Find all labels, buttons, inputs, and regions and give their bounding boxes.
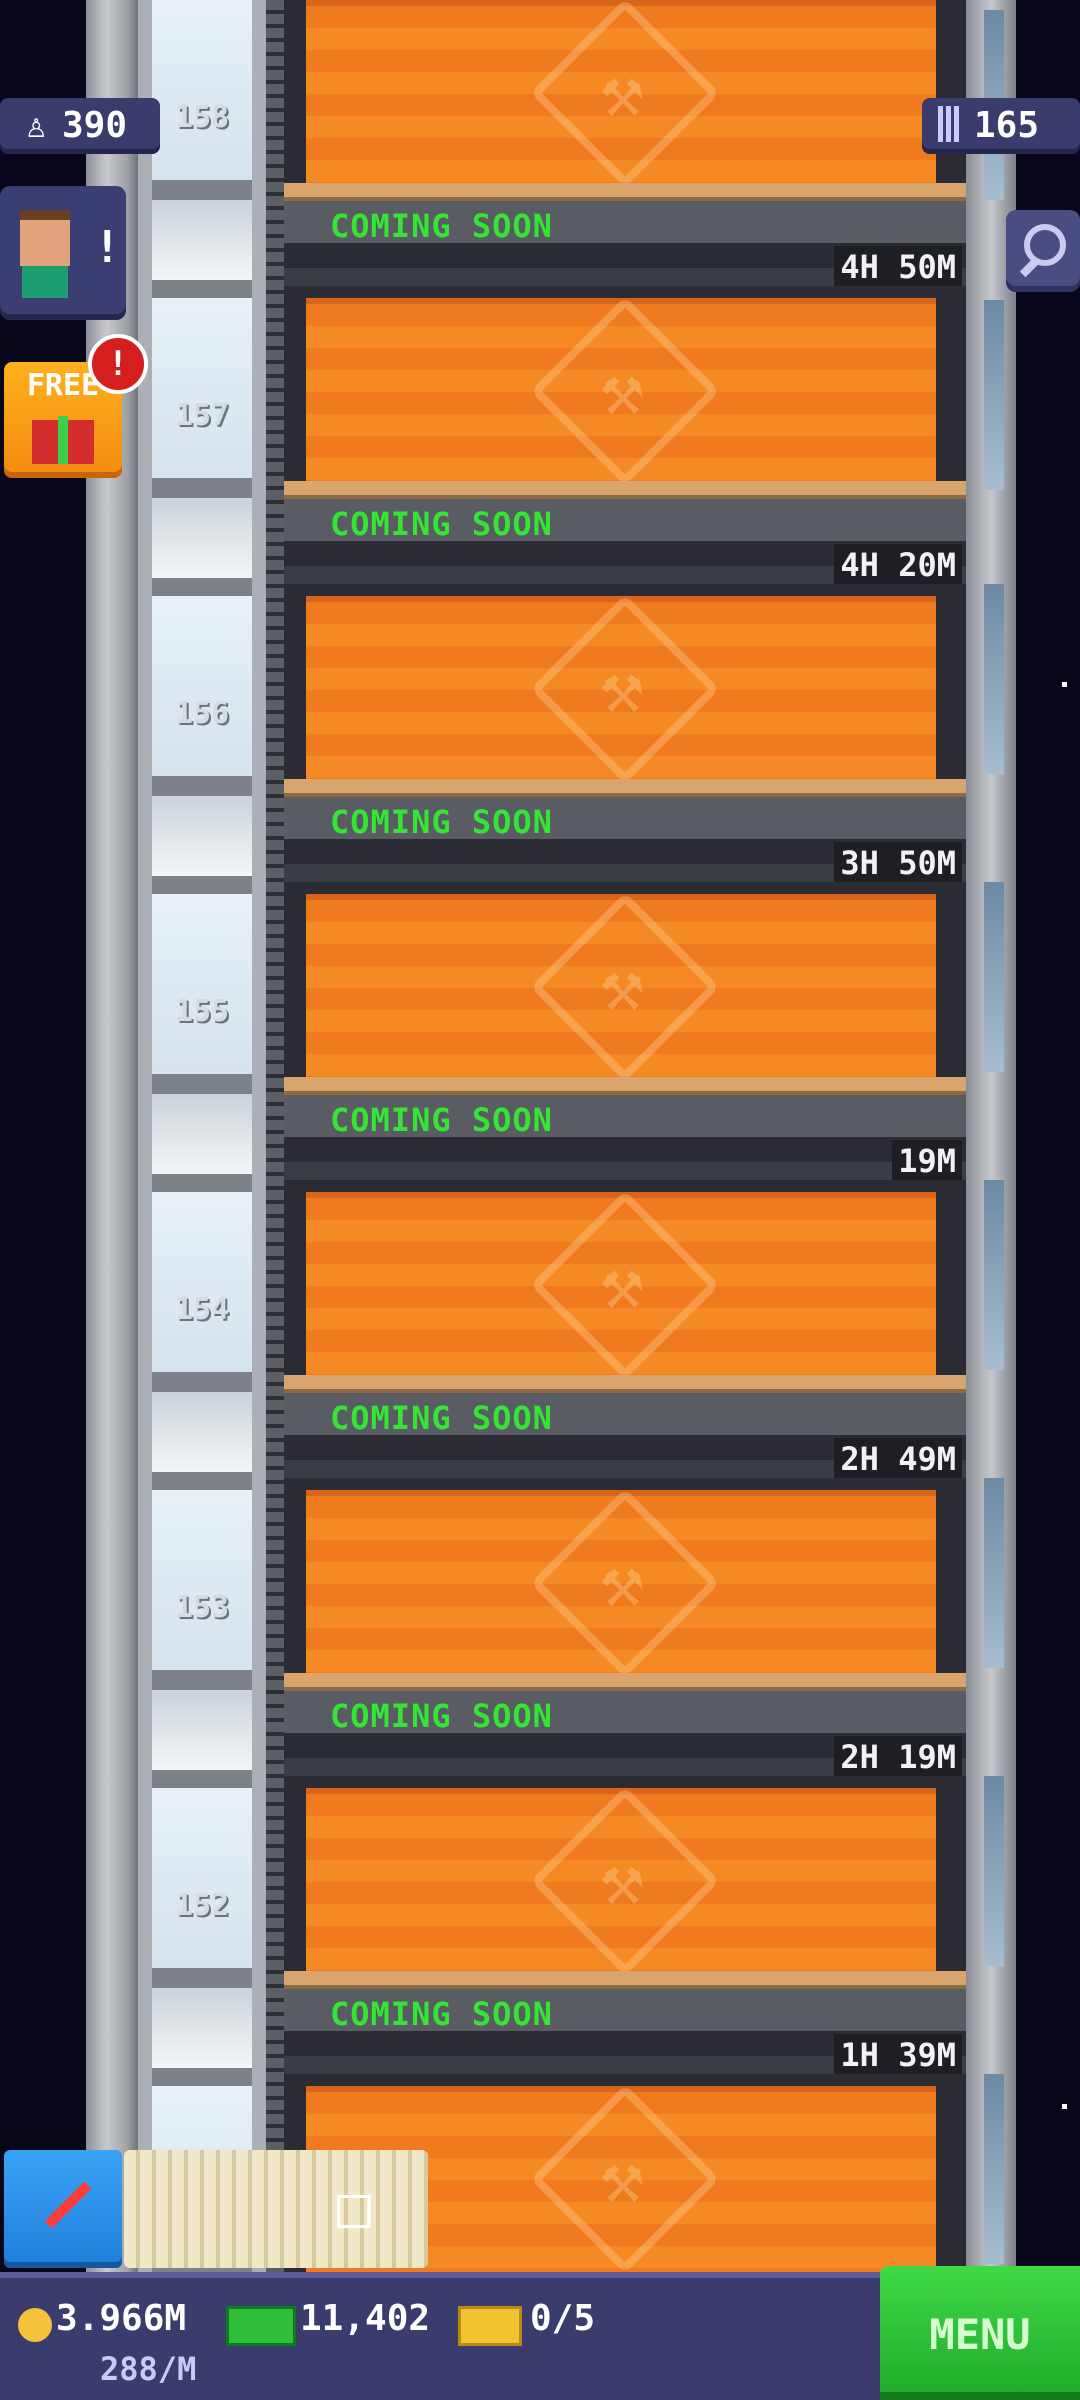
bux-icon <box>226 2306 296 2346</box>
coming-soon-label: COMING SOON <box>330 1399 553 1437</box>
coming-soon-bar: COMING SOON <box>284 499 966 543</box>
floor-155[interactable]: ⚒ COMING SOON 19M <box>284 882 966 1182</box>
construction-tarp[interactable]: ⚒ <box>306 1488 936 1688</box>
coming-soon-bar: COMING SOON <box>284 797 966 841</box>
worker-icon: ⚒ <box>600 347 644 431</box>
storage-drawer[interactable]: □ <box>124 2150 428 2268</box>
floor-ledge <box>284 481 966 499</box>
elevator-shaft[interactable] <box>138 0 266 2280</box>
construction-timer: 4H 20M <box>834 544 962 586</box>
floor-number: 153 <box>174 1590 230 1625</box>
building-icon <box>938 106 962 142</box>
worker-icon: ⚒ <box>600 49 644 133</box>
construction-tarp[interactable]: ⚒ <box>306 0 936 198</box>
construction-timer: 4H 50M <box>834 246 962 288</box>
construction-tarp[interactable]: ⚒ <box>306 296 936 496</box>
floor-ledge <box>284 779 966 797</box>
floor-ledge <box>284 183 966 201</box>
tickets-value: 0/5 <box>530 2298 596 2339</box>
construction-timer: 19M <box>892 1140 962 1182</box>
construction-timer: 2H 49M <box>834 1438 962 1480</box>
menu-button[interactable]: MENU <box>880 2266 1080 2400</box>
coming-soon-bar: COMING SOON <box>284 1095 966 1139</box>
coin-icon <box>18 2308 52 2342</box>
build-toolbar: □ <box>0 2150 430 2268</box>
coins-value: 3.966M <box>56 2298 187 2339</box>
bux-value: 11,402 <box>300 2298 431 2339</box>
build-floor-button[interactable] <box>4 2150 122 2268</box>
wall-window <box>984 584 1004 774</box>
bitizen-face-icon <box>20 210 70 266</box>
population-value: 390 <box>62 105 128 146</box>
wall-window <box>984 1478 1004 1668</box>
coming-soon-bar: COMING SOON <box>284 201 966 245</box>
wall-window <box>984 300 1004 490</box>
search-button[interactable] <box>1006 210 1080 292</box>
floor-153[interactable]: ⚒ COMING SOON 2H 19M <box>284 1478 966 1778</box>
stories-counter[interactable]: 165 <box>922 98 1080 154</box>
worker-icon: ⚒ <box>600 1241 644 1325</box>
floor-number: 157 <box>174 398 230 433</box>
coming-soon-label: COMING SOON <box>330 207 553 245</box>
worker-icon: ⚒ <box>600 943 644 1027</box>
floor-ledge <box>284 1971 966 1989</box>
construction-timer: 1H 39M <box>834 2034 962 2076</box>
worker-icon: ⚒ <box>600 1837 644 1921</box>
bitizen-body-icon <box>22 266 68 298</box>
floor-number: 154 <box>174 1292 230 1327</box>
floor-152[interactable]: ⚒ COMING SOON 1H 39M <box>284 1776 966 2076</box>
bitizen-alert-button[interactable]: ! <box>0 186 126 320</box>
elevator-cable-edge <box>266 0 284 2280</box>
wall-window <box>984 882 1004 1072</box>
population-counter[interactable]: ♙ 390 <box>0 98 160 154</box>
magnifier-handle <box>1019 258 1039 278</box>
stories-value: 165 <box>974 105 1040 146</box>
floor-158[interactable]: ⚒ COMING SOON 4H 50M <box>284 0 966 288</box>
coming-soon-bar: COMING SOON <box>284 1691 966 1735</box>
construction-tarp[interactable]: ⚒ <box>306 1190 936 1390</box>
worker-icon: ⚒ <box>600 2135 644 2219</box>
coming-soon-bar: COMING SOON <box>284 1989 966 2033</box>
ticket-icon <box>458 2306 522 2346</box>
coming-soon-label: COMING SOON <box>330 1995 553 2033</box>
floor-ledge <box>284 1077 966 1095</box>
gift-ribbon <box>58 416 68 464</box>
floor-ledge <box>284 1375 966 1393</box>
construction-timer: 2H 19M <box>834 1736 962 1778</box>
menu-label: MENU <box>929 2310 1031 2359</box>
coming-soon-label: COMING SOON <box>330 803 553 841</box>
floor-ledge <box>284 1673 966 1691</box>
construction-tarp[interactable]: ⚒ <box>306 594 936 794</box>
floor-number: 155 <box>174 994 230 1029</box>
floor-157[interactable]: ⚒ COMING SOON 4H 20M <box>284 286 966 586</box>
floor-number: 152 <box>174 1888 230 1923</box>
box-icon: □ <box>337 2175 371 2240</box>
notification-badge: ! <box>88 334 148 394</box>
coming-soon-label: COMING SOON <box>330 1697 553 1735</box>
floor-154[interactable]: ⚒ COMING SOON 2H 49M <box>284 1180 966 1480</box>
hammer-icon <box>44 2181 92 2229</box>
wall-window <box>984 1776 1004 1966</box>
wall-window <box>984 1180 1004 1370</box>
worker-icon: ⚒ <box>600 645 644 729</box>
person-icon: ♙ <box>26 106 47 146</box>
construction-timer: 3H 50M <box>834 842 962 884</box>
construction-tarp[interactable]: ⚒ <box>306 892 936 1092</box>
floor-number: 156 <box>174 696 230 731</box>
exclamation-icon: ! <box>94 222 121 273</box>
coming-soon-label: COMING SOON <box>330 505 553 543</box>
floor-156[interactable]: ⚒ COMING SOON 3H 50M <box>284 584 966 884</box>
construction-tarp[interactable]: ⚒ <box>306 1786 936 1986</box>
worker-icon: ⚒ <box>600 1539 644 1623</box>
coming-soon-bar: COMING SOON <box>284 1393 966 1437</box>
income-rate: 288/M <box>100 2350 197 2388</box>
floor-number: 158 <box>174 100 230 135</box>
coming-soon-label: COMING SOON <box>330 1101 553 1139</box>
wall-window <box>984 2074 1004 2264</box>
